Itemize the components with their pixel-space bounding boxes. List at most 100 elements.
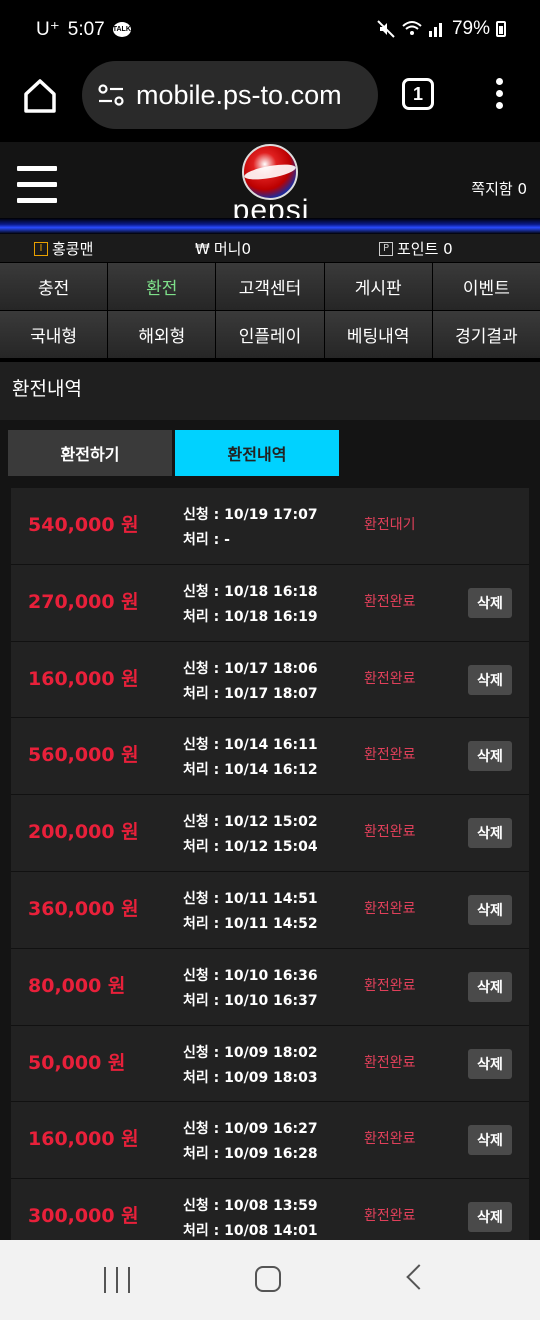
- nav-overseas[interactable]: 해외형: [108, 311, 216, 358]
- battery-percent: 79%: [451, 18, 490, 39]
- site-settings-icon[interactable]: [96, 80, 126, 110]
- delete-button[interactable]: 삭제: [468, 1125, 512, 1156]
- header-accent-line: [0, 218, 540, 234]
- status-label: 환전완료: [364, 977, 416, 994]
- wifi-icon: [402, 21, 422, 35]
- nav-inplay[interactable]: 인플레이: [216, 311, 324, 358]
- amount: 50,000 원: [28, 1051, 126, 1074]
- level-badge-icon: I: [34, 241, 48, 256]
- requested-time: 신청 : 10/10 16:36: [183, 967, 318, 984]
- money-info: ₩ 머니0: [195, 238, 251, 259]
- message-box-link[interactable]: 쪽지함 0: [471, 178, 527, 199]
- amount: 200,000 원: [28, 821, 139, 844]
- status-label: 환전완료: [364, 1054, 416, 1071]
- delete-button[interactable]: 삭제: [468, 894, 512, 925]
- requested-time: 신청 : 10/18 16:18: [183, 583, 318, 600]
- status-label: 환전완료: [364, 1131, 416, 1148]
- history-row: 50,000 원 신청 : 10/09 18:02 처리 : 10/09 18:…: [11, 1025, 529, 1103]
- pepsi-logo[interactable]: pepsi: [224, 144, 318, 228]
- url-text[interactable]: mobile.ps-to.com: [136, 80, 342, 111]
- system-navigation-bar: [0, 1240, 540, 1320]
- delete-button[interactable]: 삭제: [468, 741, 512, 772]
- delete-button[interactable]: 삭제: [468, 818, 512, 849]
- nav-exchange[interactable]: 환전: [108, 263, 216, 310]
- more-options-icon[interactable]: [494, 78, 504, 112]
- nav-customer-center[interactable]: 고객센터: [216, 263, 324, 310]
- sub-tabs: 환전하기 환전내역: [8, 430, 339, 476]
- nav-domestic[interactable]: 국내형: [0, 311, 108, 358]
- time-info: 신청 : 10/14 16:11 처리 : 10/14 16:12: [183, 733, 318, 783]
- time-info: 신청 : 10/11 14:51 처리 : 10/11 14:52: [183, 887, 318, 937]
- requested-time: 신청 : 10/14 16:11: [183, 737, 318, 754]
- delete-button[interactable]: 삭제: [468, 1048, 512, 1079]
- time-info: 신청 : 10/09 18:02 처리 : 10/09 18:03: [183, 1041, 318, 1091]
- time-info: 신청 : 10/10 16:36 처리 : 10/10 16:37: [183, 964, 318, 1014]
- point-info: P 포인트 0: [379, 238, 453, 259]
- amount: 160,000 원: [28, 1128, 139, 1151]
- signal-icon: [428, 23, 442, 37]
- amount: 360,000 원: [28, 897, 139, 920]
- nav-board[interactable]: 게시판: [324, 263, 432, 310]
- nav-results[interactable]: 경기결과: [432, 311, 540, 358]
- carrier-label: U⁺: [36, 19, 60, 40]
- back-icon[interactable]: [406, 1264, 432, 1290]
- history-row: 540,000 원 신청 : 10/19 17:07 처리 : - 환전대기: [11, 488, 529, 565]
- status-label: 환전완료: [364, 747, 416, 764]
- processed-time: 처리 : 10/14 16:12: [183, 762, 318, 779]
- exchange-history-list: 540,000 원 신청 : 10/19 17:07 처리 : - 환전대기 2…: [11, 488, 529, 1256]
- history-row: 200,000 원 신청 : 10/12 15:02 처리 : 10/12 15…: [11, 795, 529, 872]
- requested-time: 신청 : 10/17 18:06: [183, 660, 318, 677]
- requested-time: 신청 : 10/19 17:07: [183, 507, 318, 523]
- time-info: 신청 : 10/12 15:02 처리 : 10/12 15:04: [183, 810, 318, 860]
- address-bar[interactable]: mobile.ps-to.com: [82, 61, 378, 129]
- point-value: 포인트 0: [397, 240, 453, 258]
- history-row: 80,000 원 신청 : 10/10 16:36 처리 : 10/10 16:…: [11, 948, 529, 1026]
- time-info: 신청 : 10/18 16:18 처리 : 10/18 16:19: [183, 580, 318, 630]
- nav-bet-history[interactable]: 베팅내역: [324, 311, 432, 358]
- time-info: 신청 : 10/19 17:07 처리 : -: [183, 503, 318, 553]
- history-row: 560,000 원 신청 : 10/14 16:11 처리 : 10/14 16…: [11, 718, 529, 796]
- amount: 80,000 원: [28, 974, 126, 997]
- status-label: 환전대기: [364, 517, 416, 533]
- user-info: I 홍콩맨: [34, 238, 93, 259]
- nav-event[interactable]: 이벤트: [432, 263, 540, 310]
- home-button[interactable]: [18, 74, 62, 118]
- system-home-icon[interactable]: [255, 1266, 281, 1292]
- clock: 5:07: [67, 18, 105, 40]
- processed-time: 처리 : 10/17 18:07: [183, 685, 318, 702]
- requested-time: 신청 : 10/09 18:02: [183, 1044, 318, 1061]
- requested-time: 신청 : 10/09 16:27: [183, 1121, 318, 1138]
- status-label: 환전완료: [364, 593, 416, 610]
- requested-time: 신청 : 10/12 15:02: [183, 814, 318, 831]
- time-info: 신청 : 10/09 16:27 처리 : 10/09 16:28: [183, 1117, 318, 1167]
- username: 홍콩맨: [52, 240, 94, 258]
- history-row: 360,000 원 신청 : 10/11 14:51 처리 : 10/11 14…: [11, 871, 529, 949]
- status-label: 환전완료: [364, 670, 416, 687]
- delete-button[interactable]: 삭제: [468, 664, 512, 695]
- time-info: 신청 : 10/08 13:59 처리 : 10/08 14:01: [183, 1194, 318, 1244]
- nav-charge[interactable]: 충전: [0, 263, 108, 310]
- tab-switcher-button[interactable]: 1: [402, 78, 434, 110]
- delete-button[interactable]: 삭제: [468, 971, 512, 1002]
- money-value: 머니0: [213, 240, 251, 258]
- page-title: 환전내역: [0, 362, 540, 420]
- delete-button[interactable]: 삭제: [468, 1202, 512, 1233]
- amount: 270,000 원: [28, 590, 139, 613]
- history-row: 160,000 원 신청 : 10/09 16:27 처리 : 10/09 16…: [11, 1102, 529, 1180]
- tab-exchange-request[interactable]: 환전하기: [8, 430, 172, 476]
- battery-icon: [496, 21, 506, 37]
- status-bar: U⁺ 5:07 TALK 79%: [0, 0, 540, 58]
- main-navigation: 충전 환전 고객센터 게시판 이벤트 국내형 해외형 인플레이 베팅내역 경기결…: [0, 263, 540, 359]
- user-info-bar: I 홍콩맨 ₩ 머니0 P 포인트 0: [0, 234, 540, 262]
- recent-apps-icon[interactable]: [104, 1267, 130, 1293]
- hamburger-menu-icon[interactable]: [17, 166, 57, 206]
- requested-time: 신청 : 10/08 13:59: [183, 1198, 318, 1215]
- processed-time: 처리 : 10/10 16:37: [183, 992, 318, 1009]
- tab-exchange-history[interactable]: 환전내역: [175, 430, 339, 476]
- amount: 540,000 원: [28, 514, 139, 536]
- status-label: 환전완료: [364, 900, 416, 917]
- kakaotalk-icon: TALK: [112, 22, 131, 37]
- delete-button[interactable]: 삭제: [468, 587, 512, 618]
- browser-toolbar: mobile.ps-to.com 1: [0, 58, 540, 142]
- status-label: 환전완료: [364, 824, 416, 841]
